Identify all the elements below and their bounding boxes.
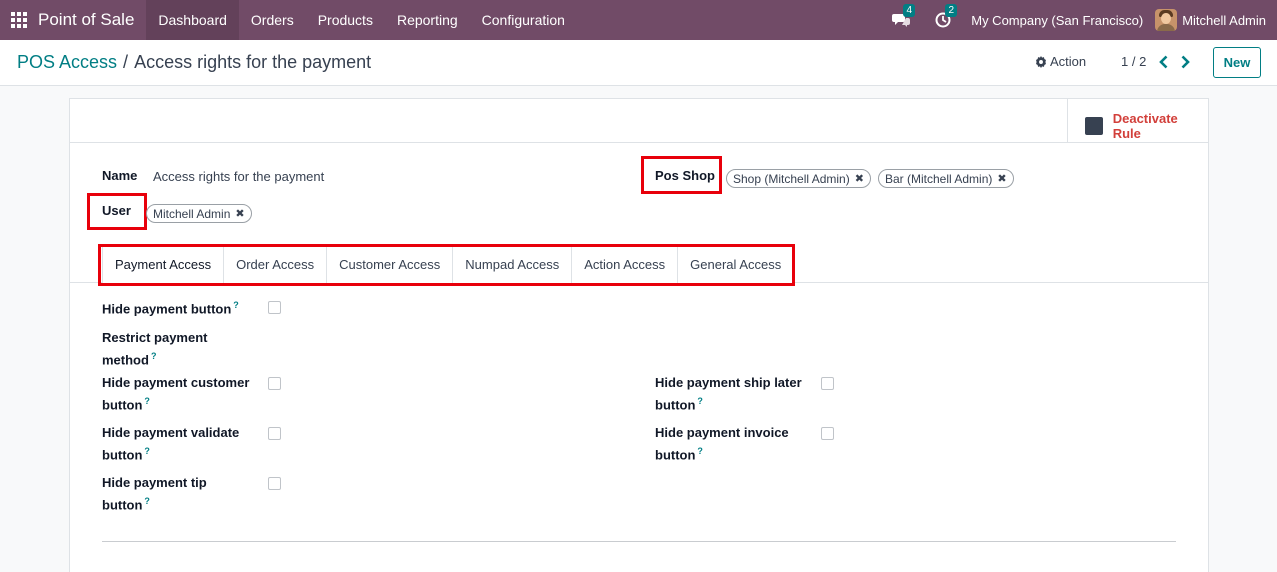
hide-payment-customer-button-label: Hide payment customer button? [102,375,250,413]
messages-count-badge: 4 [903,4,916,17]
activities-count-badge: 2 [945,4,958,17]
name-field[interactable]: Access rights for the payment [153,169,324,184]
help-tooltip-icon[interactable]: ? [697,396,703,406]
remove-tag-icon[interactable]: ✖ [855,172,864,185]
company-switcher[interactable]: My Company (San Francisco) [971,13,1143,28]
remove-tag-icon[interactable]: ✖ [235,207,244,220]
menu-configuration[interactable]: Configuration [470,0,577,40]
chevron-left-icon[interactable] [1158,55,1170,69]
hide-payment-tip-button-label: Hide payment tip button? [102,475,207,513]
help-tooltip-icon[interactable]: ? [697,446,703,456]
breadcrumb-separator: / [123,52,129,72]
highlight-tabs [98,244,795,286]
app-name[interactable]: Point of Sale [38,10,146,30]
user-menu[interactable]: Mitchell Admin [1182,13,1266,28]
messages-icon[interactable]: 4 [891,4,916,30]
help-tooltip-icon[interactable]: ? [151,351,157,361]
breadcrumb-current: Access rights for the payment [134,52,372,72]
hide-payment-invoice-button-checkbox[interactable] [821,427,834,440]
section-divider [102,541,1176,542]
hide-payment-invoice-button-label: Hide payment invoice button? [655,425,789,463]
hide-payment-tip-button-checkbox[interactable] [268,477,281,490]
help-tooltip-icon[interactable]: ? [233,300,239,310]
user-tag-label: Mitchell Admin [153,206,231,221]
remove-tag-icon[interactable]: ✖ [997,172,1006,185]
menu-dashboard[interactable]: Dashboard [146,0,239,40]
control-panel: POS Access / Access rights for the payment… [0,40,1277,86]
menu-reporting[interactable]: Reporting [385,0,470,40]
pos-shop-tag-label: Shop (Mitchell Admin) [733,171,850,186]
activities-clock-icon[interactable]: 2 [933,4,958,30]
breadcrumb-parent-link[interactable]: POS Access [17,52,117,72]
user-tag: Mitchell Admin ✖ [146,204,252,223]
pager-value[interactable]: 1 / 2 [1121,54,1146,69]
user-label: User [102,203,131,218]
deactivate-toggle-icon [1085,117,1103,135]
hide-payment-button-checkbox[interactable] [268,301,281,314]
name-label: Name [102,168,138,183]
statusbar-divider [1067,99,1068,143]
new-button[interactable]: New [1213,47,1261,78]
menu-orders[interactable]: Orders [239,0,306,40]
action-menu-button[interactable]: Action [1035,54,1086,69]
hide-payment-validate-button-label: Hide payment validate button? [102,425,240,463]
help-tooltip-icon[interactable]: ? [144,496,150,506]
pos-shop-tag: Shop (Mitchell Admin) ✖ [726,169,871,188]
hide-payment-ship-later-checkbox[interactable] [821,377,834,390]
chevron-right-icon[interactable] [1179,55,1191,69]
hide-payment-button-label: Hide payment button? [102,300,239,317]
gear-icon [1036,55,1046,68]
help-tooltip-icon[interactable]: ? [144,446,150,456]
action-label: Action [1050,54,1087,69]
restrict-payment-method-label: Restrict payment method? [102,330,208,368]
breadcrumb: POS Access / Access rights for the payment [17,52,371,73]
pos-shop-tag: Bar (Mitchell Admin) ✖ [878,169,1014,188]
pos-shop-tag-label: Bar (Mitchell Admin) [885,171,993,186]
menu-products[interactable]: Products [306,0,385,40]
user-avatar[interactable] [1155,9,1178,31]
pos-shop-label: Pos Shop [655,168,715,183]
deactivate-rule-button[interactable]: Deactivate Rule [1085,111,1208,141]
help-tooltip-icon[interactable]: ? [144,396,150,406]
hide-payment-validate-button-checkbox[interactable] [268,427,281,440]
hide-payment-customer-button-checkbox[interactable] [268,377,281,390]
apps-menu-icon[interactable] [0,0,38,40]
form-statusbar: Deactivate Rule [70,99,1208,143]
hide-payment-ship-later-label: Hide payment ship later button? [655,375,802,413]
top-navbar: Point of Sale Dashboard Orders Products … [0,0,1277,40]
form-sheet: Deactivate Rule Name Access rights for t… [69,98,1209,572]
deactivate-rule-label: Deactivate Rule [1112,111,1178,141]
